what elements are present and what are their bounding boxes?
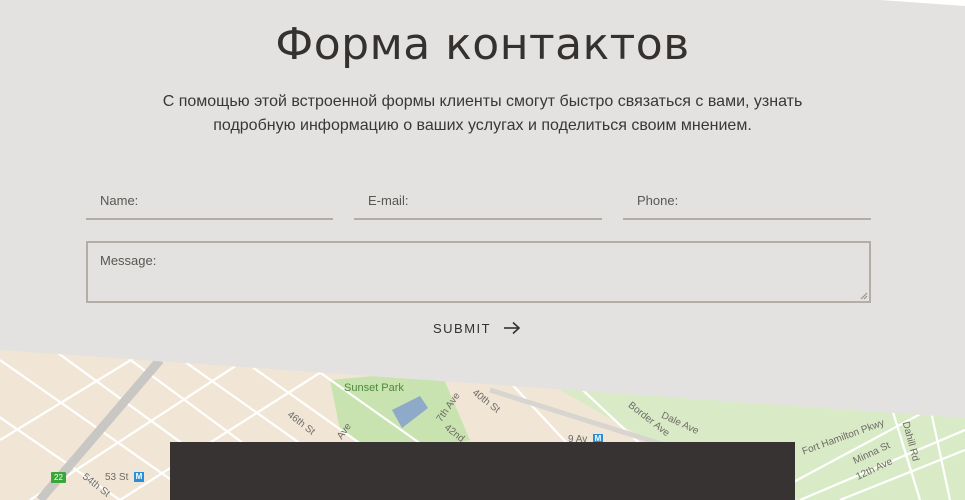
arrow-right-icon [504,321,521,335]
name-placeholder: Name: [100,193,139,208]
page: Sunset Park 46th St 40th St 7th Ave 42nd… [0,0,965,500]
message-field[interactable]: Message: [86,241,871,303]
email-field[interactable]: E-mail: [354,183,602,220]
dark-overlay-block [170,442,795,500]
phone-field[interactable]: Phone: [623,183,871,220]
submit-label: SUBMIT [433,321,492,336]
page-title: Форма контактов [275,19,690,70]
contact-form: Форма контактов С помощью этой встроенно… [0,0,965,360]
form-description: С помощью этой встроенной формы клиенты … [162,93,803,134]
metro-icon-53: M [134,472,144,482]
submit-button[interactable]: SUBMIT [433,318,528,340]
email-placeholder: E-mail: [368,193,409,208]
route-22-badge: 22 [51,472,66,483]
phone-placeholder: Phone: [637,193,679,208]
message-placeholder: Message: [100,253,157,268]
name-field[interactable]: Name: [86,183,333,220]
resize-grip-icon[interactable] [860,292,868,300]
map-label-53-st: 53 St [105,472,129,483]
